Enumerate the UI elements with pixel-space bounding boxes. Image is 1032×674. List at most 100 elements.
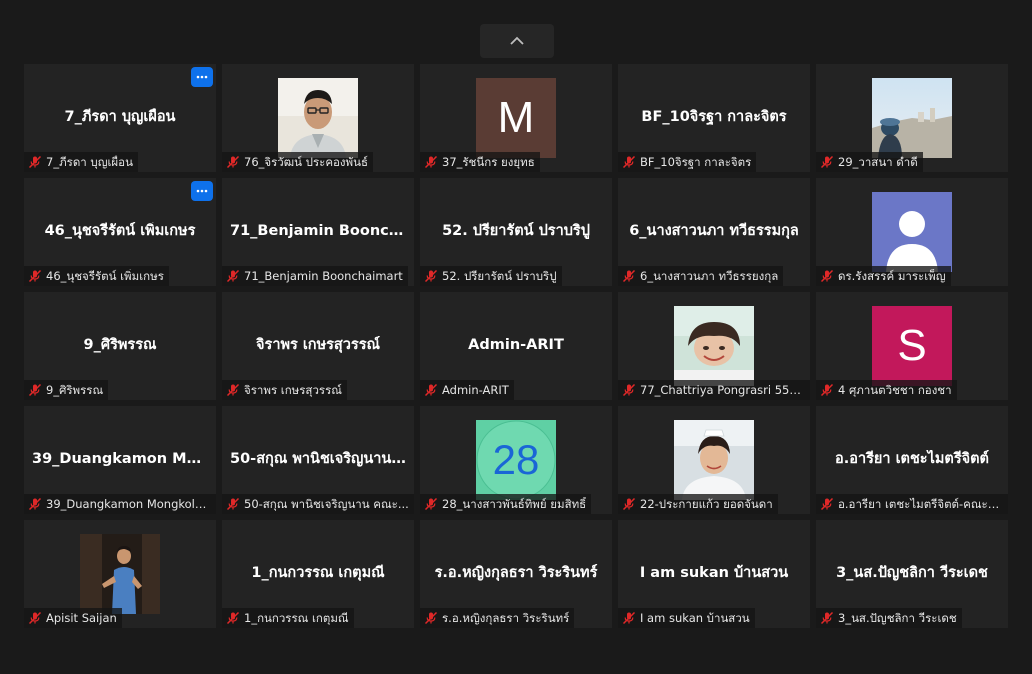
participant-avatar: 28 [476,420,556,500]
participant-name-label: 28_นางสาวพันธ์ทิพย์ ยมสิทธิ์ [420,494,592,514]
participant-initial-avatar: M [476,78,556,158]
participant-avatar [674,420,754,500]
participant-name: 50-สกุณ พานิชเจริญนาน คณะ... [244,497,409,511]
participant-name-label: 37_รัชนีกร ยงยุทธ [420,152,540,172]
participant-grid: 7_ภีรดา บุญเผื่อน 7_ภีรดา บุญเผื่อน 76_จ… [24,64,1012,628]
participant-avatar [80,534,160,614]
participant-name: 46_นุชจรีรัตน์ เพิ่มเกษร [46,269,164,283]
muted-microphone-icon [226,383,240,397]
participant-name: 4 ศุภานตวิชชา กองชา [838,383,952,397]
participant-tile[interactable]: 28 28_นางสาวพันธ์ทิพย์ ยมสิทธิ์ [420,406,612,514]
participant-name-label: 9_ศิริพรรณ [24,380,109,400]
more-options-button[interactable] [191,181,213,201]
participant-tile[interactable]: 39_Duangkamon Mongkolsin 39_Duangkamon M… [24,406,216,514]
participant-tile[interactable]: 1_กนกวรรณ เกตุมณี 1_กนกวรรณ เกตุมณี [222,520,414,628]
participant-name-label: จิราพร เกษรสุวรรณ์ [222,380,347,400]
participant-display-name: Admin-ARIT [468,337,564,353]
participant-name: ดร.รังสรรค์ มาระเพ็ญ [838,269,946,283]
muted-microphone-icon [622,497,636,511]
chevron-up-icon [510,36,524,45]
participant-name: 9_ศิริพรรณ [46,383,104,397]
participant-name-label: 76_จิรวัฒน์ ประคองพันธ์ [222,152,373,172]
participant-tile[interactable]: Apisit Saijan [24,520,216,628]
participant-display-name: 1_กนกวรรณ เกตุมณี [251,565,385,581]
participant-name-label: BF_10จิรฐา กาละจิตร [618,152,757,172]
muted-microphone-icon [424,269,438,283]
participant-name-label: 22-ประกายแก้ว ยอดจันดา [618,494,778,514]
participant-name-label: 46_นุชจรีรัตน์ เพิ่มเกษร [24,266,169,286]
participant-tile[interactable]: 9_ศิริพรรณ 9_ศิริพรรณ [24,292,216,400]
participant-name-label: 7_ภีรดา บุญเผื่อน [24,152,138,172]
participant-name-label: 52. ปรียารัตน์ ปราบริปู [420,266,562,286]
participant-tile[interactable]: S 4 ศุภานตวิชชา กองชา [816,292,1008,400]
muted-microphone-icon [820,155,834,169]
participant-tile[interactable]: 50-สกุณ พานิชเจริญนาน คณะ 50-สกุณ พานิชเ… [222,406,414,514]
muted-microphone-icon [226,155,240,169]
participant-tile[interactable]: 3_นส.ปัญชลิกา วีระเดช 3_นส.ปัญชลิกา วีระ… [816,520,1008,628]
participant-display-name: 6_นางสาวนภา ทวีธรรมกุล [629,223,799,239]
muted-microphone-icon [424,611,438,625]
participant-name-label: 39_Duangkamon Mongkolsin [24,494,216,514]
participant-tile[interactable]: อ.อารียา เตชะไมตรีจิตต์ อ.อารียา เตชะไมต… [816,406,1008,514]
participant-tile[interactable]: จิราพร เกษรสุวรรณ์ จิราพร เกษรสุวรรณ์ [222,292,414,400]
participant-tile[interactable]: 6_นางสาวนภา ทวีธรรมกุล 6_นางสาวนภา ทวีธร… [618,178,810,286]
participant-tile[interactable]: BF_10จิรฐา กาละจิตร BF_10จิรฐา กาละจิตร [618,64,810,172]
muted-microphone-icon [226,497,240,511]
participant-display-name: BF_10จิรฐา กาละจิตร [641,109,787,125]
participant-tile[interactable]: Admin-ARIT Admin-ARIT [420,292,612,400]
participant-display-name: 71_Benjamin Boonchaimart [230,223,406,239]
participant-tile[interactable]: 22-ประกายแก้ว ยอดจันดา [618,406,810,514]
muted-microphone-icon [622,155,636,169]
muted-microphone-icon [820,497,834,511]
muted-microphone-icon [820,269,834,283]
participant-display-name: 39_Duangkamon Mongkolsin [32,451,208,467]
zoom-gallery-view: 7_ภีรดา บุญเผื่อน 7_ภีรดา บุญเผื่อน 76_จ… [0,0,1032,674]
participant-display-name: 50-สกุณ พานิชเจริญนาน คณะ [230,451,406,467]
participant-tile[interactable]: 76_จิรวัฒน์ ประคองพันธ์ [222,64,414,172]
participant-name: BF_10จิรฐา กาละจิตร [640,155,752,169]
participant-name-label: 77_Chattriya Pongrasri 551... [618,380,810,400]
muted-microphone-icon [424,155,438,169]
participant-avatar [674,306,754,386]
participant-name: 29_วาสนา ดำดี [838,155,918,169]
more-options-button[interactable] [191,67,213,87]
muted-microphone-icon [820,383,834,397]
participant-tile[interactable]: 52. ปรียารัตน์ ปราบริปู 52. ปรียารัตน์ ป… [420,178,612,286]
participant-display-name: 7_ภีรดา บุญเผื่อน [64,109,176,125]
participant-tile[interactable]: 7_ภีรดา บุญเผื่อน 7_ภีรดา บุญเผื่อน [24,64,216,172]
ellipsis-icon [196,75,208,79]
participant-name: 3_นส.ปัญชลิกา วีระเดช [838,611,957,625]
participant-initial-avatar: S [872,306,952,386]
participant-name: 6_นางสาวนภา ทวีธรรยงกุล [640,269,779,283]
muted-microphone-icon [622,269,636,283]
muted-microphone-icon [424,383,438,397]
participant-name-label: ดร.รังสรรค์ มาระเพ็ญ [816,266,951,286]
muted-microphone-icon [28,383,42,397]
participant-display-name: 52. ปรียารัตน์ ปราบริปู [442,223,590,239]
muted-microphone-icon [622,383,636,397]
collapse-gallery-button[interactable] [480,24,554,58]
participant-name-label: อ.อารียา เตชะไมตรีจิตต์-คณะพยา... [816,494,1008,514]
participant-tile[interactable]: I am sukan บ้านสวน I am sukan บ้านสวน [618,520,810,628]
participant-tile[interactable]: M 37_รัชนีกร ยงยุทธ [420,64,612,172]
participant-tile[interactable]: ดร.รังสรรค์ มาระเพ็ญ [816,178,1008,286]
participant-tile[interactable]: 29_วาสนา ดำดี [816,64,1008,172]
muted-microphone-icon [622,611,636,625]
muted-microphone-icon [28,269,42,283]
muted-microphone-icon [28,497,42,511]
participant-name-label: I am sukan บ้านสวน [618,608,755,628]
participant-avatar [872,78,952,158]
muted-microphone-icon [28,155,42,169]
participant-name: อ.อารียา เตชะไมตรีจิตต์-คณะพยา... [838,497,1003,511]
muted-microphone-icon [226,269,240,283]
participant-name: 1_กนกวรรณ เกตุมณี [244,611,349,625]
participant-display-name: 3_นส.ปัญชลิกา วีระเดช [836,565,988,581]
muted-microphone-icon [820,611,834,625]
participant-name: 76_จิรวัฒน์ ประคองพันธ์ [244,155,368,169]
participant-name-label: 71_Benjamin Boonchaimart [222,266,408,286]
participant-name: Apisit Saijan [46,611,117,625]
participant-tile[interactable]: 46_นุชจรีรัตน์ เพิ่มเกษร 46_นุชจรีรัตน์ … [24,178,216,286]
participant-tile[interactable]: 77_Chattriya Pongrasri 551... [618,292,810,400]
participant-tile[interactable]: 71_Benjamin Boonchaimart 71_Benjamin Boo… [222,178,414,286]
participant-tile[interactable]: ร.อ.หญิงกุลธรา วิระรินทร์ ร.อ.หญิงกุลธรา… [420,520,612,628]
